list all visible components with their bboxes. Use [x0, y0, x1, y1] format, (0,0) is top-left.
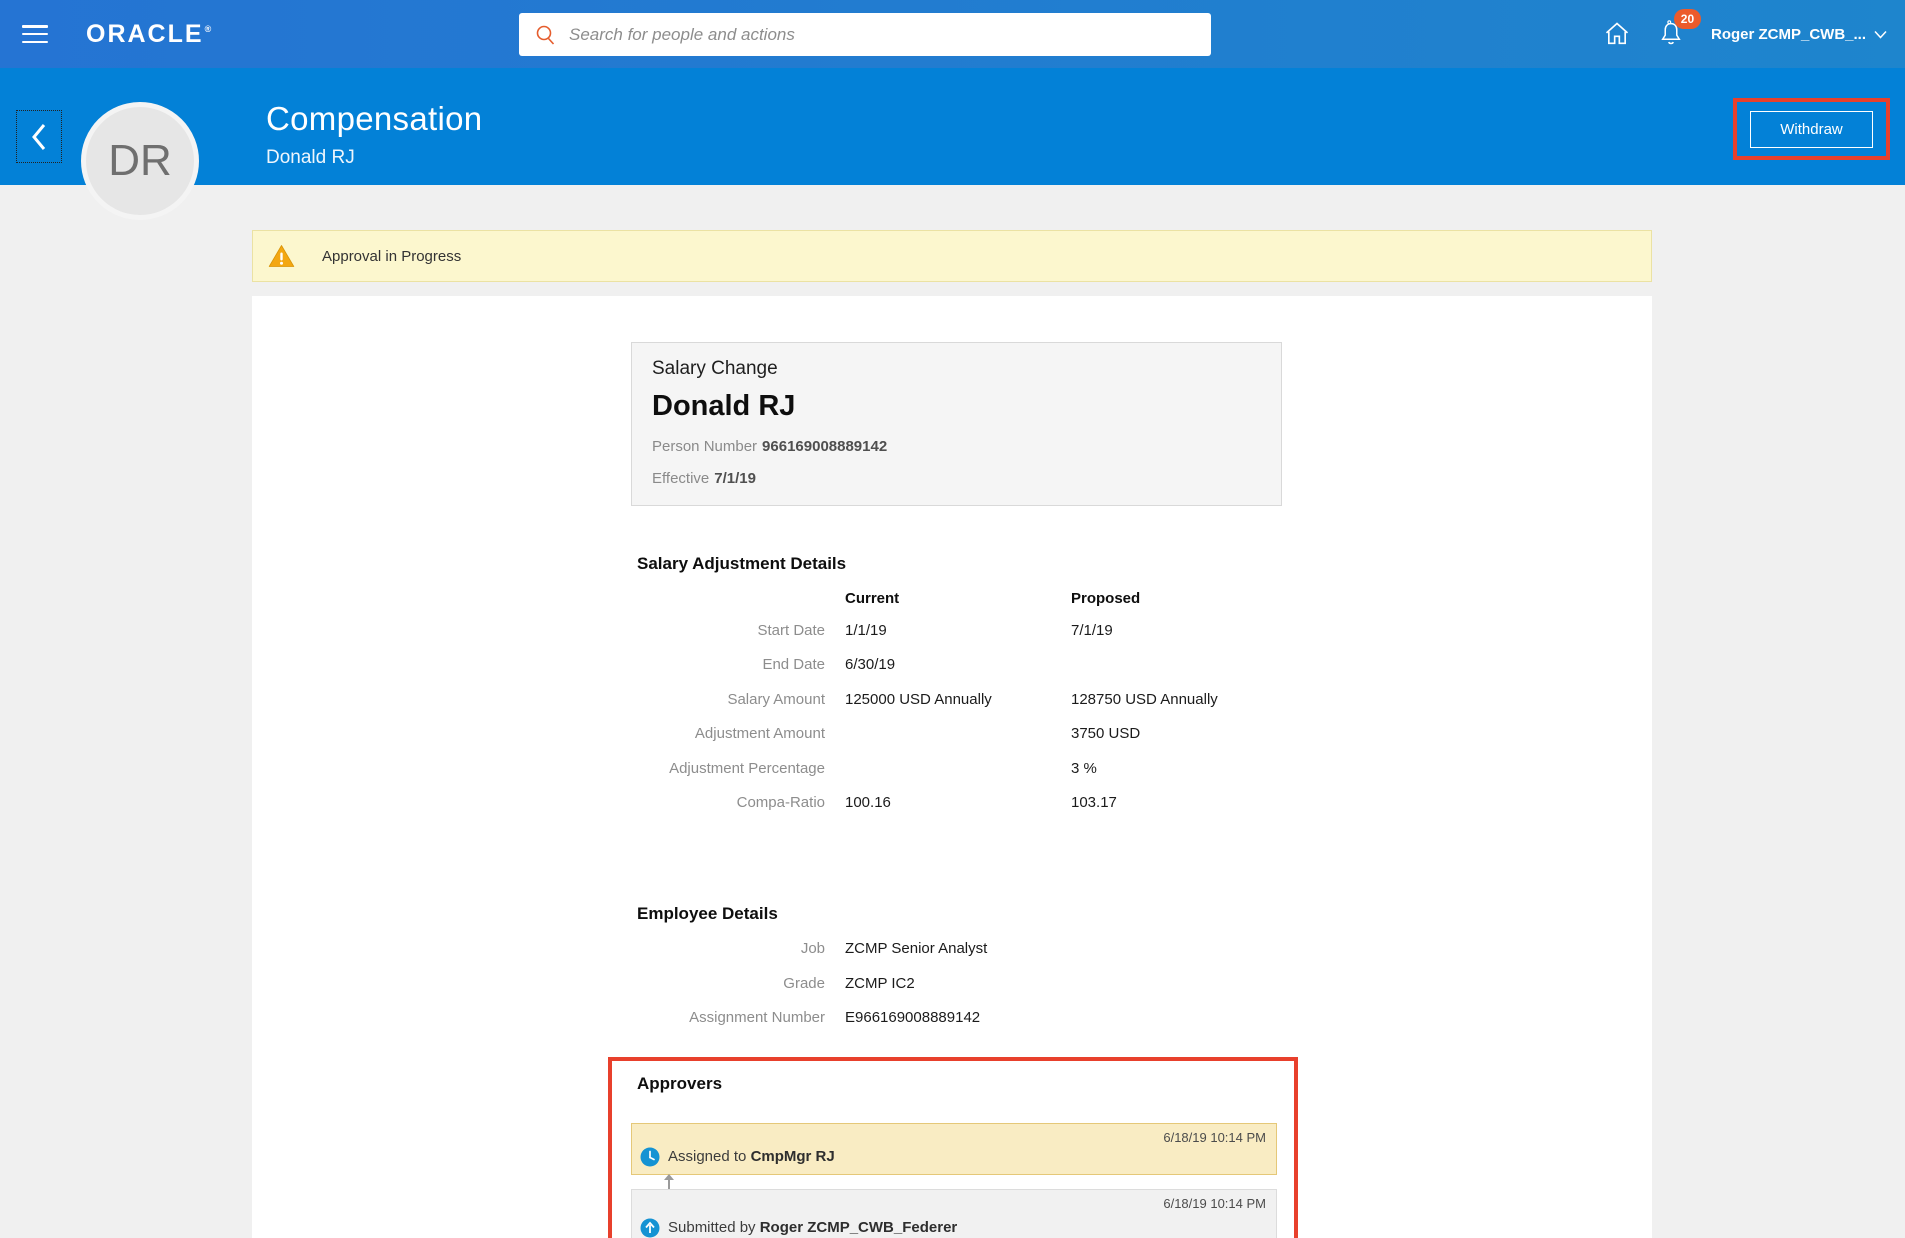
- topbar-actions: 20 Roger ZCMP_CWB_...: [1603, 0, 1887, 68]
- user-menu[interactable]: Roger ZCMP_CWB_...: [1711, 26, 1887, 43]
- oracle-logo: ORACLE®: [86, 19, 214, 48]
- notifications-button[interactable]: 20: [1657, 9, 1701, 49]
- timeline-connector: [664, 1173, 674, 1189]
- employee-details-heading: Employee Details: [637, 904, 778, 924]
- search-input[interactable]: [569, 24, 1211, 45]
- withdraw-button[interactable]: Withdraw: [1750, 110, 1873, 148]
- approver-name: CmpMgr RJ: [750, 1148, 835, 1166]
- proposed-column-header: Proposed: [1071, 590, 1141, 607]
- home-button[interactable]: [1603, 20, 1631, 48]
- home-icon: [1605, 22, 1629, 45]
- approval-status-text: Approval in Progress: [322, 247, 462, 265]
- user-name: Roger ZCMP_CWB_...: [1710, 25, 1866, 43]
- notification-count-badge: 20: [1673, 9, 1701, 29]
- table-row: Grade ZCMP IC2: [783, 974, 915, 992]
- person-number-value: 966169008889142: [762, 438, 888, 455]
- search-icon: [536, 25, 555, 45]
- salary-change-card: Salary Change Donald RJ Person Number 966…: [631, 342, 1282, 506]
- arrow-up-icon: [640, 1218, 660, 1238]
- clock-icon: [640, 1147, 660, 1167]
- withdraw-annotation-highlight: Withdraw: [1733, 98, 1890, 160]
- approver-item-pending: 6/18/19 10:14 PM Assigned to CmpMgr RJ: [631, 1122, 1277, 1175]
- table-row: Start Date 1/1/19 7/1/19: [757, 622, 1113, 639]
- table-row: Adjustment Amount 3750 USD: [694, 725, 1141, 743]
- main-panel: Salary Change Donald RJ Person Number 966…: [252, 296, 1652, 1238]
- employee-name: Donald RJ: [652, 390, 796, 422]
- global-top-bar: ORACLE® 20 Roger ZCMP_CWB_...: [0, 0, 1905, 68]
- effective-date-value: 7/1/19: [714, 470, 756, 487]
- table-row: End Date 6/30/19: [762, 656, 896, 674]
- page-content: Approval in Progress Salary Change Donal…: [0, 185, 1905, 1238]
- page-title: Compensation: [266, 100, 483, 137]
- approvers-annotation-highlight: Approvers 6/18/19 10:14 PM Assigned to C…: [608, 1056, 1298, 1238]
- page-subtitle: Donald RJ: [266, 147, 355, 168]
- table-row: Assignment Number E966169008889142: [689, 1009, 981, 1027]
- compensation-page-header: DR Compensation Donald RJ Withdraw: [0, 68, 1905, 220]
- table-row: Compa-Ratio 100.16 103.17: [736, 793, 1117, 811]
- salary-adjustment-heading: Salary Adjustment Details: [637, 554, 847, 573]
- approver-name: Roger ZCMP_CWB_Federer: [759, 1219, 958, 1237]
- approval-timestamp: 6/18/19 10:14 PM: [1163, 1195, 1266, 1211]
- table-header-row: Current Proposed: [252, 590, 1652, 622]
- salary-adjustment-table: Current Proposed Start Date 1/1/19 7/1/1…: [252, 590, 1652, 828]
- menu-icon[interactable]: [22, 25, 48, 43]
- person-number-line: Person Number 966169008889142: [652, 438, 888, 455]
- approval-action-text: Assigned to CmpMgr RJ: [668, 1148, 835, 1166]
- back-chevron-icon: [32, 123, 46, 150]
- approvers-heading: Approvers: [637, 1073, 723, 1093]
- warning-icon: [268, 245, 295, 267]
- back-button[interactable]: [16, 110, 62, 163]
- approval-timestamp: 6/18/19 10:14 PM: [1163, 1129, 1266, 1145]
- table-row: Salary Amount 125000 USD Annually 128750…: [727, 690, 1218, 708]
- salary-change-title: Salary Change: [652, 358, 778, 379]
- approval-status-banner: Approval in Progress: [252, 230, 1652, 282]
- table-row: Adjustment Percentage 3 %: [669, 759, 1097, 777]
- current-column-header: Current: [845, 590, 900, 607]
- avatar: DR: [81, 102, 199, 220]
- global-search[interactable]: [519, 13, 1211, 56]
- effective-date-line: Effective 7/1/19: [652, 470, 756, 487]
- chevron-down-icon: [1874, 30, 1887, 39]
- employee-details-table: Job ZCMP Senior Analyst Grade ZCMP IC2 A…: [252, 940, 1652, 1043]
- approval-action-text: Submitted by Roger ZCMP_CWB_Federer: [668, 1219, 958, 1237]
- table-row: Job ZCMP Senior Analyst: [800, 940, 988, 958]
- approver-item-submitted: 6/18/19 10:14 PM Submitted by Roger ZCMP…: [631, 1188, 1277, 1238]
